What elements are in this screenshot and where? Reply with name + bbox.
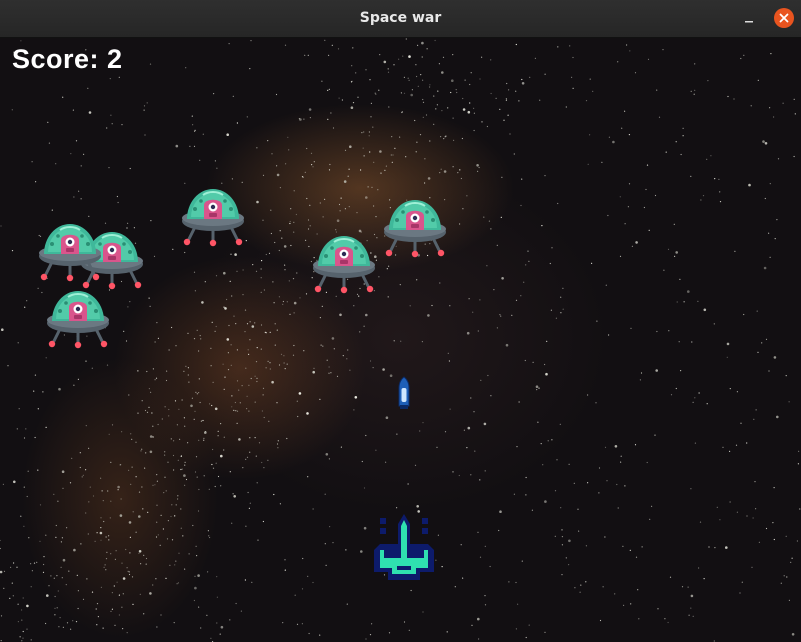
title-bar[interactable]: Space war — [0, 0, 801, 38]
ufo-enemy-icon — [312, 234, 376, 294]
minimize-icon — [745, 21, 753, 23]
close-button[interactable] — [774, 8, 794, 28]
game-window: Space war Score: 2 — [0, 0, 801, 642]
bullet-icon — [398, 376, 410, 409]
ufo-enemy-icon — [181, 187, 245, 247]
close-icon — [779, 13, 789, 23]
ufo-enemy-icon — [46, 289, 110, 349]
minimize-button[interactable] — [738, 8, 760, 30]
ufo-enemy-icon — [383, 198, 447, 258]
ufo-enemy-icon — [38, 222, 102, 282]
game-canvas[interactable]: Score: 2 — [0, 38, 801, 642]
score-label: Score: 2 — [12, 44, 123, 74]
spaceship-player-icon[interactable] — [370, 514, 438, 584]
window-title: Space war — [359, 10, 442, 26]
